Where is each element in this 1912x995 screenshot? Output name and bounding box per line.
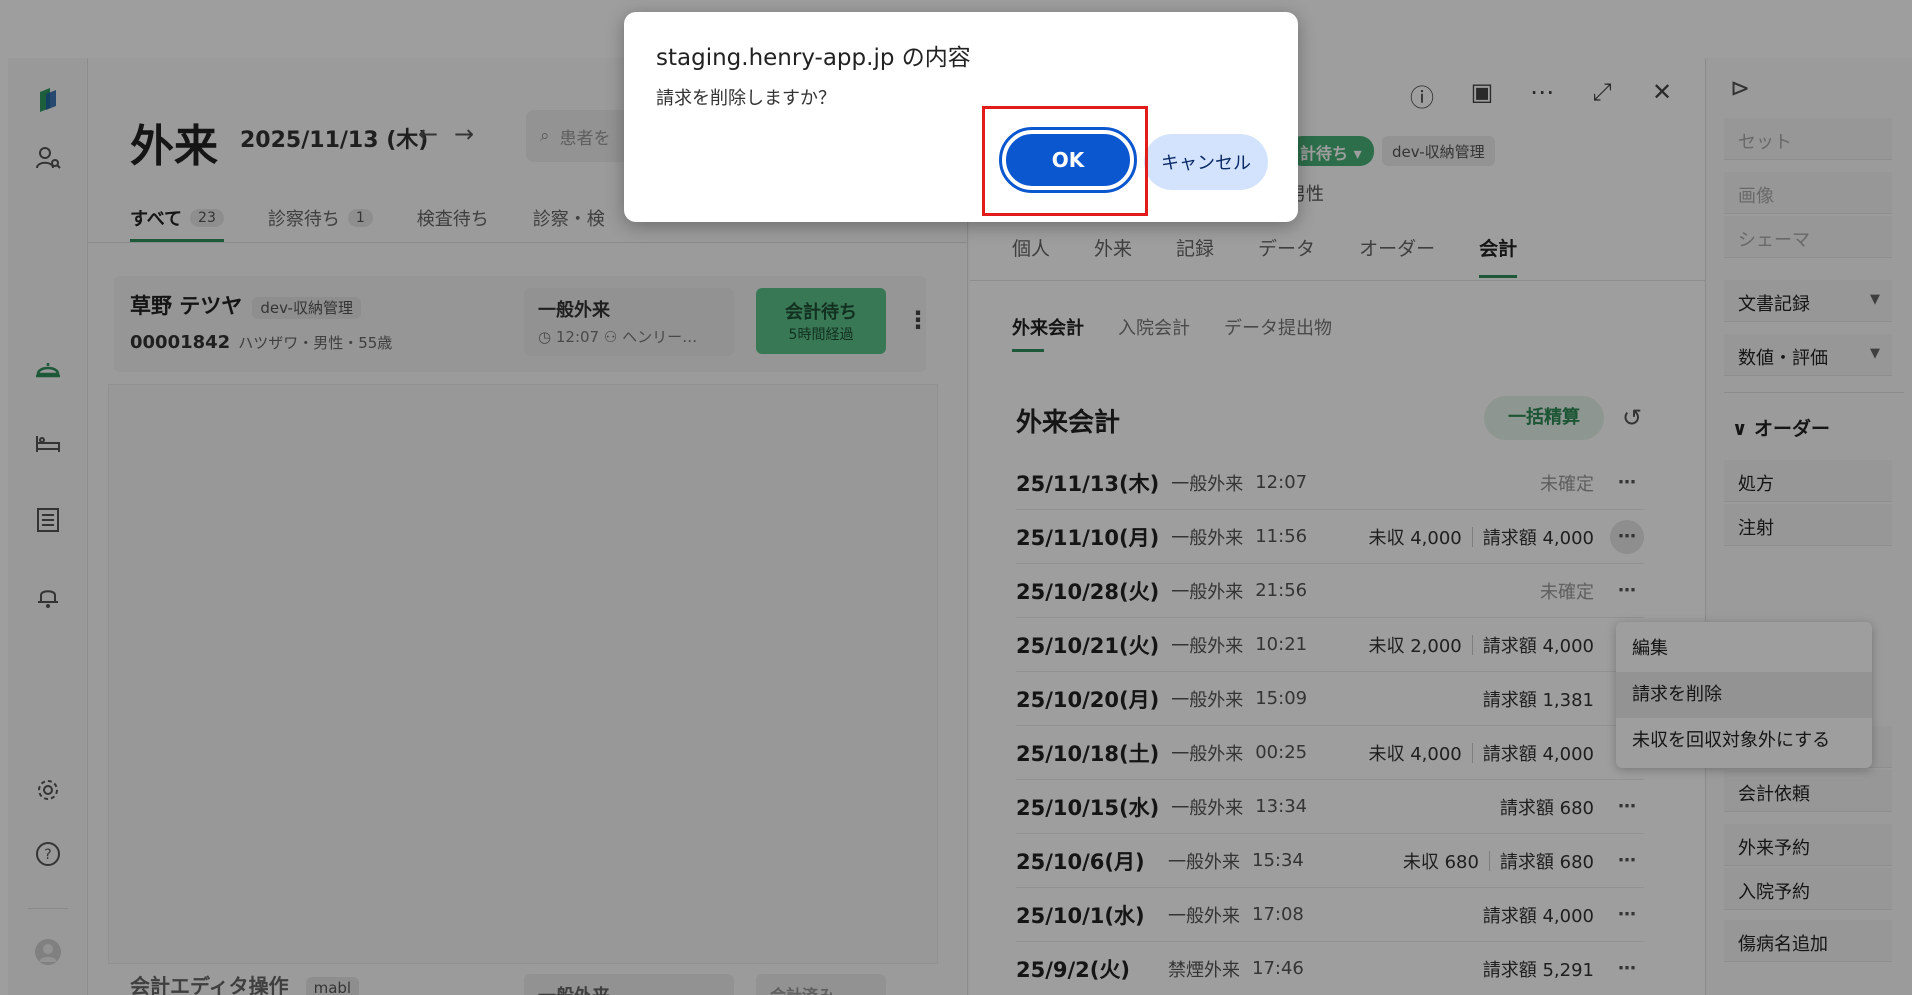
ok-highlight-box bbox=[982, 106, 1148, 216]
dialog-title: staging.henry-app.jp の内容 bbox=[656, 45, 971, 71]
dialog-message: 請求を削除しますか？ bbox=[656, 88, 836, 109]
cancel-button[interactable]: キャンセル bbox=[1144, 134, 1268, 190]
confirm-dialog: staging.henry-app.jp の内容 請求を削除しますか？ OK キ… bbox=[624, 12, 1298, 222]
